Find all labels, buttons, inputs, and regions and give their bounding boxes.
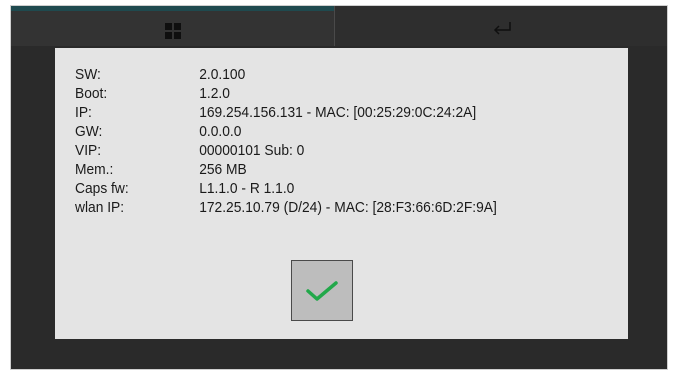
info-label: GW: xyxy=(75,123,103,140)
info-row-gw: GW: 0.0.0.0 xyxy=(75,123,241,141)
checkmark-icon xyxy=(306,280,338,301)
info-value: 256 MB xyxy=(199,161,247,178)
top-navigation-bar xyxy=(11,6,667,46)
info-label: wlan IP: xyxy=(75,199,125,216)
info-row-ip: IP: 169.254.156.131 - MAC: [00:25:29:0C:2… xyxy=(75,104,476,122)
info-label: IP: xyxy=(75,104,92,121)
info-row-sw: SW: 2.0.100 xyxy=(75,66,245,84)
info-label: VIP: xyxy=(75,142,102,159)
info-row-caps-fw: Caps fw: L1.1.0 - R 1.1.0 xyxy=(75,180,294,198)
info-row-vip: VIP: 00000101 Sub: 0 xyxy=(75,142,304,160)
info-value: 00000101 Sub: 0 xyxy=(199,142,305,159)
info-label: Caps fw: xyxy=(75,180,129,197)
info-value: 0.0.0.0 xyxy=(199,123,242,140)
info-value: 2.0.100 xyxy=(199,66,246,83)
info-label: Boot: xyxy=(75,85,108,102)
tab-back[interactable] xyxy=(335,6,667,46)
info-value: 169.254.156.131 - MAC: [00:25:29:0C:24:2… xyxy=(199,104,477,121)
info-value: 1.2.0 xyxy=(199,85,230,102)
info-row-boot: Boot: 1.2.0 xyxy=(75,85,230,103)
info-label: SW: xyxy=(75,66,101,83)
info-value: 172.25.10.79 (D/24) - MAC: [28:F3:66:6D:… xyxy=(199,199,497,216)
info-row-wlan-ip: wlan IP: 172.25.10.79 (D/24) - MAC: [28:F… xyxy=(75,199,497,217)
info-row-mem: Mem.: 256 MB xyxy=(75,161,247,179)
grid-icon xyxy=(164,22,181,39)
return-arrow-icon xyxy=(493,22,511,35)
system-info-dialog: SW: 2.0.100 Boot: 1.2.0 IP: 169.254.156.131… xyxy=(55,48,628,339)
confirm-button[interactable] xyxy=(291,260,353,321)
info-label: Mem.: xyxy=(75,161,114,178)
tab-home[interactable] xyxy=(11,6,334,46)
info-value: L1.1.0 - R 1.1.0 xyxy=(199,180,295,197)
device-screen: SW: 2.0.100 Boot: 1.2.0 IP: 169.254.156.131… xyxy=(10,5,668,370)
